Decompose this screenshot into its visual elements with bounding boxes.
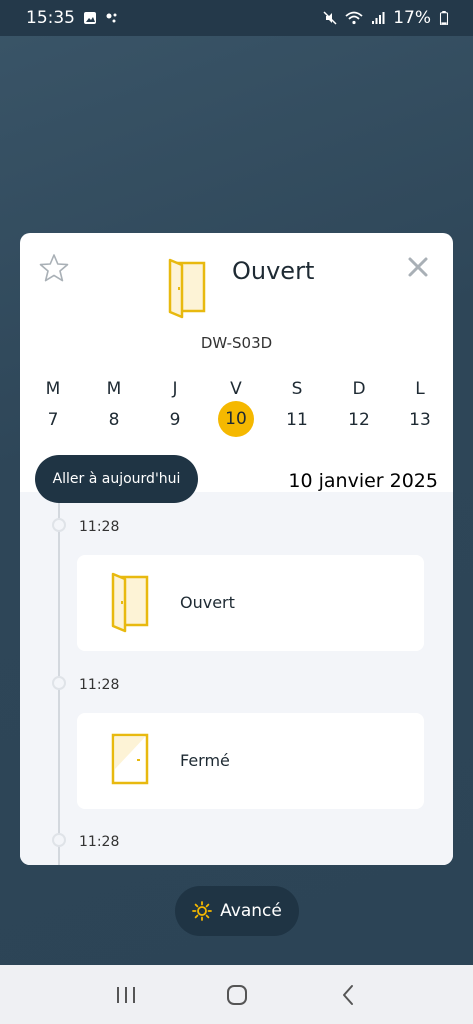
device-card: Ouvert DW-S03D M 7 M 8 J 9 V 10 S 11 D 1…: [20, 233, 453, 865]
day-tue[interactable]: M 8: [94, 375, 134, 437]
timeline-dot: [52, 676, 66, 690]
day-number: 10: [218, 401, 254, 437]
day-number: 8: [108, 410, 120, 430]
day-fri[interactable]: S 11: [277, 375, 317, 437]
day-letter: S: [291, 379, 303, 399]
back-icon: [342, 984, 353, 1005]
door-open-icon: [168, 258, 206, 319]
day-sun[interactable]: L 13: [400, 375, 440, 437]
day-number: 11: [286, 410, 308, 430]
event-label: Ouvert: [180, 593, 235, 612]
status-bar: 15:35 17%: [0, 0, 473, 36]
day-letter: L: [415, 379, 425, 399]
day-letter: J: [172, 379, 178, 399]
day-number: 7: [47, 410, 59, 430]
wifi-icon: [345, 11, 363, 25]
day-sat[interactable]: D 12: [339, 375, 379, 437]
day-number: 9: [169, 410, 181, 430]
gallery-icon: [84, 12, 96, 24]
advanced-button[interactable]: Avancé: [175, 886, 299, 936]
event-time: 11:28: [79, 834, 120, 850]
recent-apps-icon: [116, 986, 135, 1003]
system-nav-bar: [0, 965, 473, 1024]
event-label: Fermé: [180, 751, 230, 770]
signal-icon: [372, 12, 385, 24]
go-to-today-button[interactable]: Aller à aujourd'hui: [35, 455, 198, 503]
event-time: 11:28: [79, 519, 120, 535]
day-thu-selected[interactable]: V 10: [216, 375, 256, 437]
back-button[interactable]: [333, 980, 363, 1010]
day-letter: M: [45, 379, 61, 399]
battery-icon: [439, 11, 449, 25]
day-wed[interactable]: J 9: [155, 375, 195, 437]
close-icon[interactable]: [406, 255, 430, 279]
timeline[interactable]: 11:28 Ouvert 11:28 Fermé 11:28: [20, 492, 453, 865]
door-open-icon: [111, 572, 149, 633]
current-date: 10 janvier 2025: [288, 470, 438, 492]
dots-icon: [106, 13, 117, 23]
door-closed-icon: [111, 733, 149, 785]
day-letter: V: [230, 379, 242, 399]
sun-icon: [192, 901, 213, 921]
day-number: 12: [348, 410, 370, 430]
device-name: DW-S03D: [200, 334, 273, 352]
event-card-open[interactable]: Ouvert: [77, 555, 424, 651]
timeline-dot: [52, 833, 66, 847]
star-icon[interactable]: [39, 253, 69, 283]
day-number: 13: [409, 410, 431, 430]
day-letter: D: [352, 379, 366, 399]
home-icon: [226, 984, 247, 1005]
advanced-label: Avancé: [220, 901, 282, 921]
status-time: 15:35: [26, 8, 75, 28]
event-card-closed[interactable]: Fermé: [77, 713, 424, 809]
day-letter: M: [106, 379, 122, 399]
recent-apps-button[interactable]: [111, 980, 141, 1010]
battery-percent: 17%: [393, 8, 431, 28]
device-status-title: Ouvert: [232, 257, 315, 285]
timeline-dot: [52, 518, 66, 532]
home-button[interactable]: [222, 980, 252, 1010]
mute-icon: [323, 11, 337, 25]
event-time: 11:28: [79, 677, 120, 693]
day-mon[interactable]: M 7: [33, 375, 73, 437]
week-strip: M 7 M 8 J 9 V 10 S 11 D 12 L 13: [20, 375, 453, 437]
